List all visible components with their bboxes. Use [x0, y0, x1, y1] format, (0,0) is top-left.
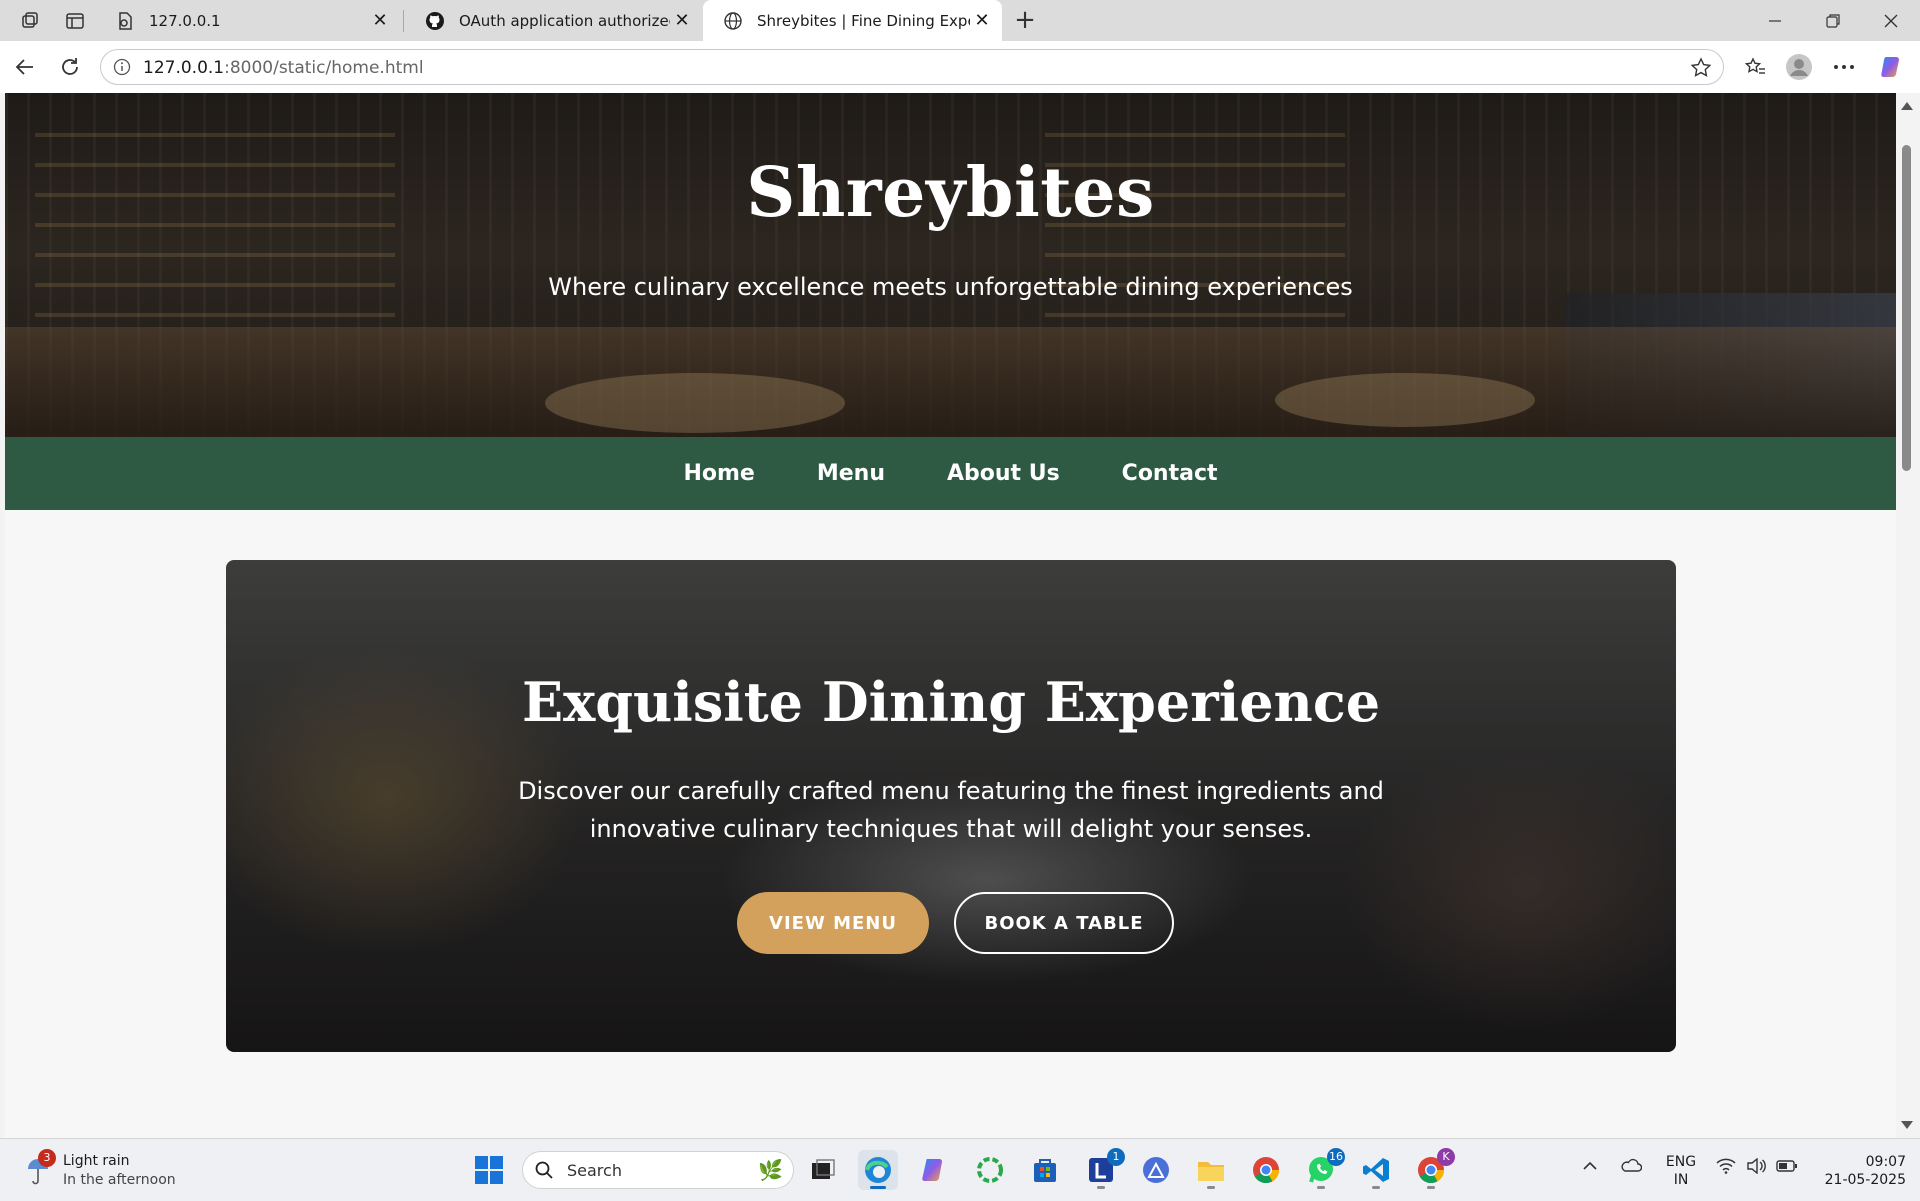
url-host: 127.0.0.1 [143, 58, 225, 78]
new-tab-button[interactable]: + [1010, 6, 1040, 36]
chrome-profile-icon[interactable]: K [1411, 1148, 1455, 1190]
file-explorer-icon[interactable] [1191, 1150, 1231, 1190]
book-table-button[interactable]: BOOK A TABLE [954, 892, 1174, 954]
weather-widget[interactable]: 3 Light rain In the afternoon [22, 1149, 222, 1191]
copilot-icon[interactable] [1878, 52, 1908, 82]
whatsapp-icon[interactable]: 16 [1301, 1148, 1345, 1190]
region-code: IN [1673, 1172, 1689, 1188]
running-indicator [1207, 1186, 1215, 1189]
globe-icon [723, 11, 743, 31]
copilot-app-icon[interactable] [914, 1150, 954, 1190]
show-hidden-icons-icon[interactable] [1582, 1159, 1598, 1175]
tab-separator [403, 10, 404, 32]
microsoft-store-icon[interactable] [1025, 1150, 1065, 1190]
language-code: ENG [1665, 1154, 1697, 1170]
tab-title: Shreybites | Fine Dining Experienc [757, 11, 970, 30]
hero-header: Shreybites Where culinary excellence mee… [5, 93, 1896, 437]
scrollbar-thumb[interactable] [1902, 145, 1911, 471]
l-app-icon[interactable]: 1 [1081, 1148, 1125, 1190]
background-floor [5, 327, 1896, 437]
tab-oauth[interactable]: OAuth application authorized ✕ [405, 0, 702, 41]
url-text[interactable]: 127.0.0.1:8000/static/home.html [143, 58, 424, 78]
tab-title: 127.0.0.1 [149, 11, 221, 30]
feature-title: Exquisite Dining Experience [521, 670, 1381, 734]
main-nav: Home Menu About Us Contact [5, 437, 1896, 510]
close-tab-icon[interactable]: ✕ [368, 9, 392, 33]
profile-badge: K [1437, 1148, 1455, 1166]
weather-badge: 3 [38, 1149, 56, 1167]
more-options-icon[interactable] [1829, 52, 1859, 82]
address-bar[interactable]: 127.0.0.1:8000/static/home.html [100, 49, 1724, 85]
clock-date: 21-05-2025 [1824, 1172, 1906, 1188]
input-language[interactable]: ENG IN [1663, 1153, 1699, 1189]
tab-title: OAuth application authorized [459, 11, 670, 30]
background-table [545, 373, 845, 433]
refresh-icon[interactable] [55, 52, 85, 82]
github-icon [425, 11, 445, 31]
page-scrollbar[interactable] [1897, 93, 1915, 1138]
circle-app-icon[interactable] [970, 1150, 1010, 1190]
running-indicator [1372, 1186, 1380, 1189]
windows-taskbar: 3 Light rain In the afternoon Search 🌿 1 [0, 1138, 1920, 1201]
running-indicator [1317, 1186, 1325, 1189]
background-table [1275, 373, 1535, 427]
close-tab-icon[interactable]: ✕ [670, 9, 694, 33]
running-indicator [1097, 1186, 1105, 1189]
scroll-down-arrow-icon[interactable] [1901, 1121, 1913, 1129]
running-indicator [1427, 1186, 1435, 1189]
feature-banner: Exquisite Dining Experience Discover our… [226, 560, 1676, 1052]
tab-shreybites[interactable]: Shreybites | Fine Dining Experienc ✕ [703, 0, 1002, 41]
site-info-icon[interactable] [113, 58, 131, 76]
minimize-icon[interactable] [1752, 6, 1798, 36]
search-placeholder: Search [567, 1161, 622, 1180]
workspaces-icon[interactable] [17, 8, 43, 34]
pdf-document-icon [115, 11, 135, 31]
triangle-app-icon[interactable] [1136, 1150, 1176, 1190]
feature-description: Discover our carefully crafted menu feat… [518, 777, 1384, 843]
view-menu-button[interactable]: VIEW MENU [737, 892, 929, 954]
tab-bar: 127.0.0.1 ✕ OAuth application authorized… [0, 0, 1920, 41]
notification-count: 16 [1327, 1148, 1345, 1166]
battery-icon[interactable] [1776, 1159, 1798, 1177]
restore-icon[interactable] [1810, 6, 1856, 36]
favorite-star-icon[interactable] [1689, 56, 1713, 80]
scroll-up-arrow-icon[interactable] [1901, 102, 1913, 110]
tab-localhost[interactable]: 127.0.0.1 ✕ [95, 0, 400, 41]
nav-menu[interactable]: Menu [817, 461, 885, 486]
chrome-icon[interactable] [1246, 1150, 1286, 1190]
clock-time: 09:07 [1865, 1154, 1906, 1170]
close-window-icon[interactable] [1868, 6, 1914, 36]
url-path: :8000/static/home.html [224, 58, 424, 78]
weather-condition: Light rain [63, 1153, 130, 1169]
profile-avatar-icon[interactable] [1784, 52, 1814, 82]
wifi-icon[interactable] [1716, 1158, 1736, 1178]
system-clock[interactable]: 09:07 21-05-2025 [1810, 1153, 1906, 1189]
site-tagline: Where culinary excellence meets unforget… [548, 273, 1353, 301]
page-viewport: Shreybites Where culinary excellence mee… [5, 93, 1896, 1138]
active-indicator [870, 1186, 886, 1189]
nav-home[interactable]: Home [683, 461, 754, 486]
task-view-icon[interactable] [803, 1150, 843, 1190]
notification-count: 1 [1107, 1148, 1125, 1166]
close-tab-icon[interactable]: ✕ [970, 9, 994, 33]
taskbar-search[interactable]: Search 🌿 [522, 1151, 794, 1189]
nav-contact[interactable]: Contact [1122, 461, 1218, 486]
browser-toolbar: 127.0.0.1:8000/static/home.html [0, 41, 1920, 93]
edge-browser-icon[interactable] [858, 1150, 898, 1190]
tab-actions-icon[interactable] [62, 8, 88, 34]
search-highlight-icon: 🌿 [758, 1158, 783, 1182]
back-arrow-icon[interactable] [10, 52, 40, 82]
site-title: Shreybites [746, 153, 1155, 233]
onedrive-icon[interactable] [1620, 1157, 1643, 1177]
nav-about-us[interactable]: About Us [947, 461, 1060, 486]
volume-icon[interactable] [1746, 1157, 1766, 1178]
weather-forecast: In the afternoon [63, 1172, 176, 1188]
vscode-icon[interactable] [1356, 1150, 1396, 1190]
favorites-icon[interactable] [1740, 52, 1770, 82]
windows-start-icon[interactable] [469, 1150, 509, 1190]
search-icon [535, 1161, 553, 1179]
